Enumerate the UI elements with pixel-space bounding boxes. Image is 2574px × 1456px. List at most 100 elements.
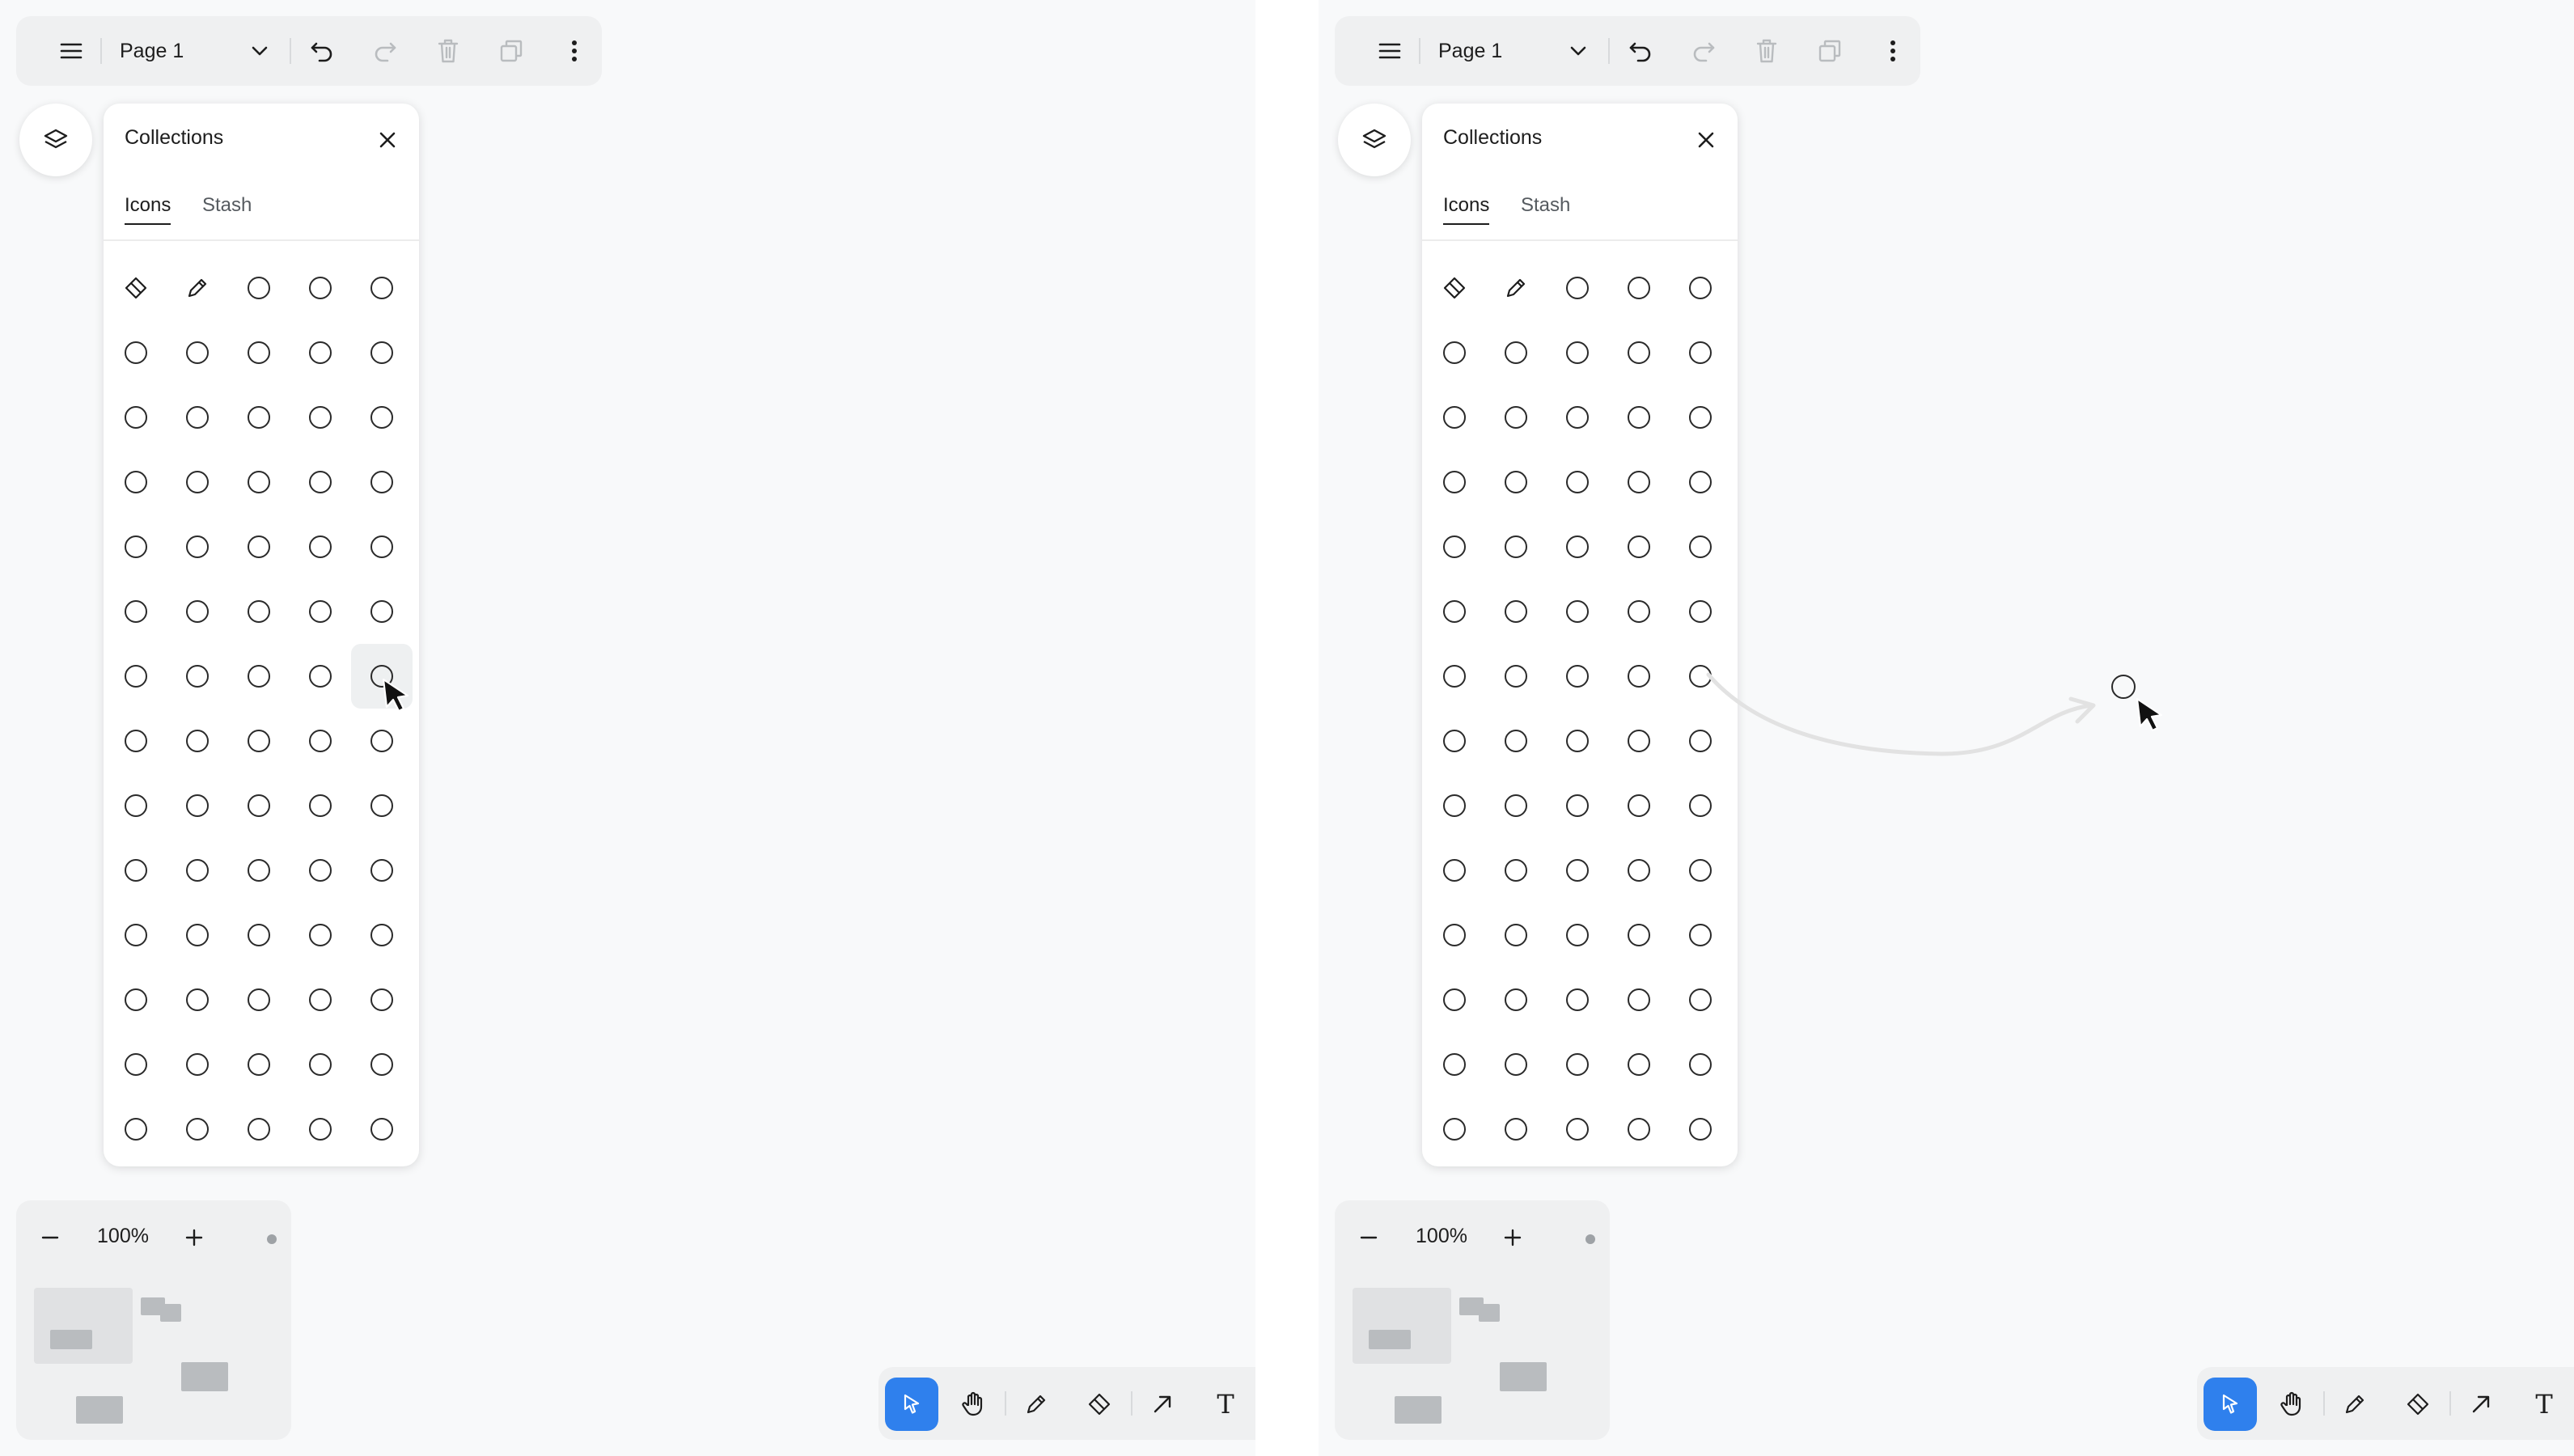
more-options-button[interactable] (548, 25, 600, 77)
collection-item[interactable] (290, 644, 351, 709)
collection-item[interactable] (1424, 450, 1485, 514)
collection-item[interactable] (1485, 644, 1547, 709)
main-menu-button[interactable] (1364, 25, 1416, 77)
collection-item[interactable] (1608, 579, 1670, 644)
collection-item[interactable] (1547, 1032, 1608, 1097)
collection-item[interactable] (1424, 709, 1485, 773)
collection-item[interactable] (1670, 514, 1731, 579)
collection-item[interactable] (105, 773, 167, 838)
collection-item[interactable] (351, 773, 413, 838)
collection-item[interactable] (228, 1097, 290, 1162)
tool-text[interactable]: T (1199, 1378, 1252, 1431)
page-selector[interactable]: Page 1 (1425, 25, 1603, 77)
collection-item[interactable] (228, 838, 290, 903)
collection-item[interactable] (167, 579, 228, 644)
collection-item[interactable] (1670, 385, 1731, 450)
collection-item[interactable] (228, 514, 290, 579)
delete-button[interactable] (422, 25, 474, 77)
collection-item[interactable] (1485, 320, 1547, 385)
collection-item[interactable] (167, 903, 228, 967)
collection-item[interactable] (1608, 385, 1670, 450)
minimap[interactable] (32, 1281, 275, 1427)
collection-item[interactable] (1547, 838, 1608, 903)
collection-item[interactable] (1670, 967, 1731, 1032)
collection-item[interactable] (351, 1032, 413, 1097)
minimap-viewport[interactable] (34, 1288, 133, 1364)
collection-item[interactable] (351, 838, 413, 903)
collection-item[interactable] (228, 709, 290, 773)
layers-button[interactable] (1338, 104, 1411, 176)
undo-button[interactable] (1615, 25, 1666, 77)
tab-stash[interactable]: Stash (202, 194, 252, 223)
collection-item[interactable] (1424, 1097, 1485, 1162)
collection-item[interactable] (228, 644, 290, 709)
collection-item[interactable] (105, 838, 167, 903)
collection-item[interactable] (351, 256, 413, 320)
zoom-in-button[interactable] (1487, 1212, 1539, 1263)
collection-item[interactable] (167, 320, 228, 385)
collection-item[interactable] (1547, 514, 1608, 579)
zoom-out-button[interactable] (1343, 1212, 1395, 1263)
collection-item[interactable] (1670, 773, 1731, 838)
collection-item[interactable] (1547, 320, 1608, 385)
collection-item[interactable] (290, 903, 351, 967)
collection-item[interactable] (1424, 838, 1485, 903)
more-options-button[interactable] (1867, 25, 1919, 77)
collection-item[interactable] (1608, 838, 1670, 903)
collection-item[interactable] (290, 1097, 351, 1162)
collection-item[interactable] (351, 450, 413, 514)
collection-item[interactable] (228, 773, 290, 838)
redo-button[interactable] (359, 25, 411, 77)
collection-item[interactable] (228, 450, 290, 514)
collection-item[interactable] (1424, 967, 1485, 1032)
layers-button[interactable] (19, 104, 92, 176)
collection-item[interactable] (1547, 644, 1608, 709)
collection-item[interactable] (290, 579, 351, 644)
collection-item[interactable] (1547, 773, 1608, 838)
collection-item[interactable] (1608, 1097, 1670, 1162)
collection-item[interactable] (105, 450, 167, 514)
collection-item[interactable] (167, 967, 228, 1032)
collection-item[interactable] (1547, 579, 1608, 644)
collection-item[interactable] (1608, 644, 1670, 709)
collection-item[interactable] (167, 773, 228, 838)
collection-item[interactable] (1424, 644, 1485, 709)
collection-item[interactable] (1608, 709, 1670, 773)
undo-button[interactable] (296, 25, 348, 77)
zoom-level[interactable]: 100% (83, 1225, 163, 1248)
close-panel-button[interactable] (364, 116, 411, 163)
collection-item[interactable] (290, 320, 351, 385)
collection-item[interactable] (1608, 773, 1670, 838)
collection-item[interactable] (167, 1097, 228, 1162)
collection-item[interactable] (105, 709, 167, 773)
collection-item[interactable] (1485, 773, 1547, 838)
collection-item[interactable] (1670, 256, 1731, 320)
collection-item[interactable] (290, 256, 351, 320)
collection-item[interactable] (167, 709, 228, 773)
duplicate-button[interactable] (485, 25, 537, 77)
collection-item[interactable] (1424, 579, 1485, 644)
collection-item[interactable] (1670, 320, 1731, 385)
collection-item[interactable] (105, 385, 167, 450)
collection-item[interactable] (167, 644, 228, 709)
collection-item[interactable] (1424, 514, 1485, 579)
collection-item[interactable] (1485, 838, 1547, 903)
collection-item[interactable] (290, 1032, 351, 1097)
collection-item[interactable] (1670, 579, 1731, 644)
tool-arrow[interactable] (2454, 1378, 2508, 1431)
tool-hand[interactable] (946, 1378, 1000, 1431)
collection-item[interactable] (1485, 385, 1547, 450)
delete-button[interactable] (1741, 25, 1793, 77)
collection-item[interactable] (1608, 256, 1670, 320)
duplicate-button[interactable] (1804, 25, 1856, 77)
tool-eraser[interactable] (2391, 1378, 2445, 1431)
tab-icons[interactable]: Icons (1443, 194, 1490, 225)
collection-item[interactable] (105, 579, 167, 644)
collection-item[interactable] (351, 385, 413, 450)
tool-arrow[interactable] (1136, 1378, 1189, 1431)
tab-stash[interactable]: Stash (1521, 194, 1570, 223)
canvas-before[interactable]: Page 1 Collections Icons Stash 100% T (0, 0, 1255, 1456)
collection-item[interactable] (1547, 709, 1608, 773)
zoom-level[interactable]: 100% (1401, 1225, 1482, 1248)
collection-item[interactable] (290, 773, 351, 838)
